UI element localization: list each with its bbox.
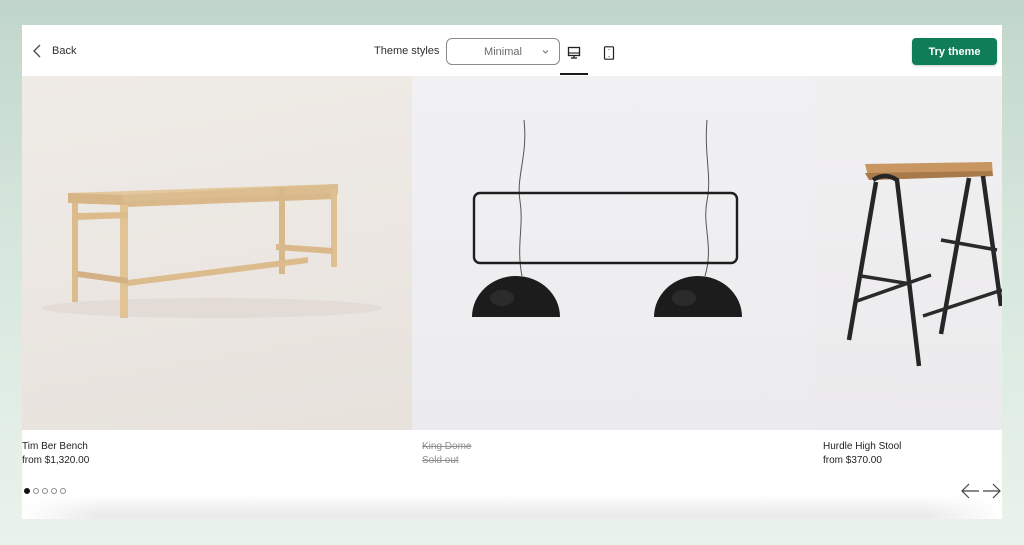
arrow-left-icon[interactable] <box>960 482 979 500</box>
active-device-indicator <box>560 73 588 75</box>
product-price: from $1,320.00 <box>22 455 90 466</box>
product-card-stool[interactable]: Hurdle High Stool from $370.00 <box>823 440 901 468</box>
theme-styles-label: Theme styles <box>374 45 440 57</box>
sold-out-label: Sold out <box>422 455 459 466</box>
carousel-dot-3[interactable] <box>42 488 48 494</box>
preview-toolbar: Back Theme styles Minimal Try theme <box>22 25 1002 76</box>
product-price: from $370.00 <box>823 455 882 466</box>
try-theme-button[interactable]: Try theme <box>912 38 997 65</box>
desktop-icon <box>567 46 581 59</box>
arrow-right-icon[interactable] <box>983 482 1002 500</box>
theme-style-select[interactable]: Minimal <box>446 38 560 65</box>
carousel-dot-1[interactable] <box>24 488 30 494</box>
back-button[interactable]: Back <box>30 39 76 63</box>
product-card-bench[interactable]: Tim Ber Bench from $1,320.00 <box>22 440 89 468</box>
stool-illustration <box>846 162 1002 367</box>
product-image-stool[interactable] <box>813 76 1002 430</box>
bench-illustration <box>42 184 382 318</box>
product-title[interactable]: Tim Ber Bench <box>22 440 89 454</box>
mobile-icon <box>603 46 615 60</box>
theme-style-value: Minimal <box>484 45 522 58</box>
back-label: Back <box>52 45 77 57</box>
product-image-pendant[interactable] <box>412 76 813 430</box>
chevron-down-icon <box>542 50 549 54</box>
mobile-preview-button[interactable] <box>598 39 620 67</box>
carousel-dot-2[interactable] <box>33 488 39 494</box>
product-title[interactable]: King Dome <box>422 440 471 454</box>
product-image-bench[interactable] <box>22 76 412 430</box>
carousel-dot-4[interactable] <box>51 488 57 494</box>
carousel-pagination <box>24 488 66 494</box>
product-title[interactable]: Hurdle High Stool <box>823 440 901 454</box>
carousel-dot-5[interactable] <box>60 488 66 494</box>
bottom-shadow <box>22 495 1002 519</box>
pendant-illustration <box>472 119 742 317</box>
chevron-left-icon <box>33 44 41 58</box>
desktop-preview-button[interactable] <box>560 39 588 75</box>
product-card-pendant[interactable]: King Dome Sold out <box>422 440 471 468</box>
carousel-arrows <box>960 482 1002 500</box>
theme-preview-card: Back Theme styles Minimal Try theme Tim … <box>22 25 1002 519</box>
